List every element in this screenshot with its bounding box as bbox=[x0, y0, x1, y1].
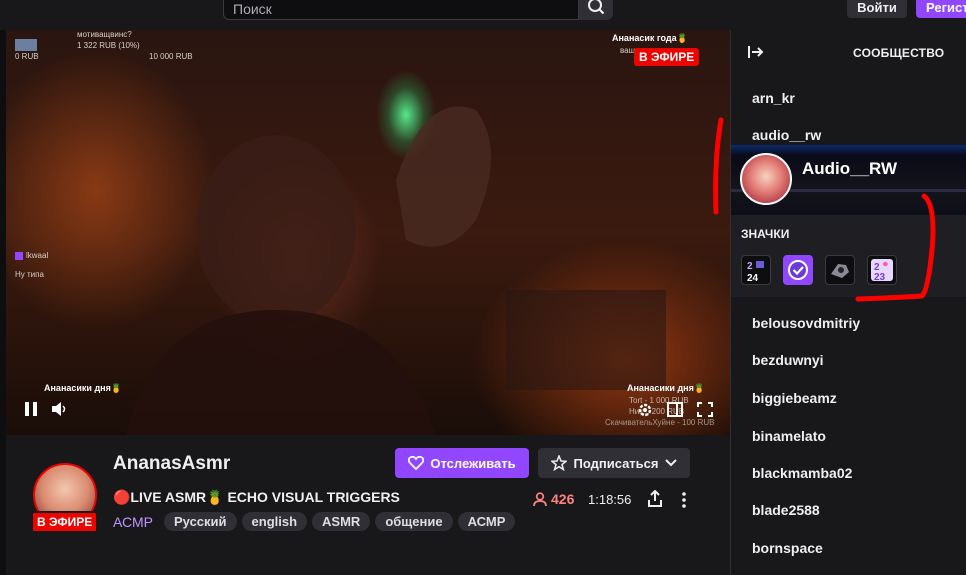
viewer-count: 426 bbox=[533, 491, 574, 507]
follow-label: Отслеживать bbox=[430, 455, 516, 471]
overlay-bottom-right: Ананасики дня🍍 bbox=[627, 383, 706, 393]
overlay-bottom-right-line3: СкачивательХуйне - 100 RUB bbox=[605, 418, 715, 427]
community-sidebar: СООБЩЕСТВО arn_kr audio__rw Audio__RW ЗН… bbox=[730, 30, 966, 575]
channel-name[interactable]: AnanasAsmr bbox=[113, 453, 230, 475]
subscribe-button[interactable]: Подписаться bbox=[538, 448, 690, 478]
community-title: СООБЩЕСТВО bbox=[853, 46, 945, 60]
chat-message: Ну типа bbox=[15, 270, 44, 279]
svg-text:2: 2 bbox=[747, 261, 753, 272]
game-badge-icon[interactable] bbox=[825, 255, 855, 285]
viewers-icon bbox=[533, 491, 547, 506]
live-badge: В ЭФИРЕ bbox=[31, 511, 99, 533]
tag[interactable]: общение bbox=[375, 512, 453, 531]
chevron-down-icon bbox=[664, 459, 677, 467]
community-user[interactable]: audio__rw bbox=[752, 127, 821, 143]
fullscreen-icon[interactable] bbox=[697, 402, 713, 417]
2023-badge-icon[interactable]: 2 23 bbox=[867, 255, 897, 285]
community-user[interactable]: binamelato bbox=[752, 428, 826, 444]
svg-text:23: 23 bbox=[874, 272, 886, 283]
pause-icon[interactable] bbox=[24, 402, 38, 416]
chat-user: lkwaal bbox=[26, 251, 49, 260]
overlay-bottom-left: Ананасики дня🍍 bbox=[44, 383, 123, 393]
tag[interactable]: АСМР bbox=[457, 512, 516, 531]
community-user[interactable]: bezduwnyi bbox=[752, 352, 824, 368]
video-player[interactable]: 0 RUB мотиващвинс? 1 322 RUB (10%) 10 00… bbox=[6, 30, 730, 435]
tag[interactable]: Русский bbox=[164, 512, 237, 531]
badges-title: ЗНАЧКИ bbox=[741, 227, 790, 241]
overlay-top-right: Ананасик года🍍 bbox=[612, 33, 688, 43]
live-indicator: В ЭФИРЕ bbox=[634, 48, 700, 66]
overlay-money-left: 0 RUB bbox=[15, 52, 39, 61]
share-icon[interactable] bbox=[647, 490, 663, 508]
overlay-goal-amount: 1 322 RUB (10%) bbox=[77, 41, 140, 50]
theatre-mode-icon[interactable] bbox=[667, 402, 683, 417]
community-user[interactable]: blade2588 bbox=[752, 502, 820, 518]
svg-text:24: 24 bbox=[747, 273, 759, 284]
viewer-count-value: 426 bbox=[551, 491, 575, 507]
user-card-avatar[interactable] bbox=[740, 153, 792, 205]
community-user[interactable]: arn_kr bbox=[752, 90, 795, 106]
overlay-progress-icon bbox=[15, 39, 37, 51]
twitch-icon bbox=[15, 251, 23, 260]
settings-icon[interactable] bbox=[637, 402, 653, 418]
search-input[interactable] bbox=[223, 0, 579, 20]
stream-uptime: 1:18:56 bbox=[588, 492, 632, 507]
community-user[interactable]: bornspace bbox=[752, 540, 823, 556]
stream-title: 🔴LIVE ASMR🍍 ECHO VISUAL TRIGGERS bbox=[113, 489, 400, 505]
community-user[interactable]: biggiebeamz bbox=[752, 390, 837, 406]
tag-list: Русский english ASMR общение АСМР bbox=[164, 512, 516, 531]
top-bar: Войти Регист bbox=[0, 0, 966, 30]
star-icon bbox=[551, 455, 568, 471]
login-button[interactable]: Войти bbox=[847, 0, 907, 18]
heart-icon bbox=[408, 456, 425, 470]
stream-category[interactable]: АСМР bbox=[113, 514, 153, 530]
channel-info: В ЭФИРЕ AnanasAsmr 🔴LIVE ASMR🍍 ECHO VISU… bbox=[6, 435, 730, 575]
register-button[interactable]: Регист bbox=[916, 0, 966, 18]
streamer-silhouette bbox=[126, 106, 666, 435]
search-button[interactable] bbox=[579, 0, 613, 20]
user-card-name[interactable]: Audio__RW bbox=[802, 159, 897, 179]
collapse-panel-icon[interactable] bbox=[747, 44, 765, 60]
overlay-chat-line: lkwaal bbox=[15, 251, 48, 260]
tag[interactable]: english bbox=[241, 512, 308, 531]
subscribe-label: Подписаться bbox=[573, 455, 659, 471]
search-icon bbox=[588, 0, 605, 15]
community-user[interactable]: blackmamba02 bbox=[752, 465, 852, 481]
tag[interactable]: ASMR bbox=[312, 512, 371, 531]
verified-badge-icon[interactable] bbox=[783, 255, 813, 285]
volume-icon[interactable] bbox=[52, 402, 68, 416]
overlay-goal-label: мотиващвинс? bbox=[77, 30, 132, 39]
more-options-icon[interactable] bbox=[680, 491, 688, 509]
user-card: Audio__RW ЗНАЧКИ 2 24 2 23 bbox=[731, 145, 966, 297]
follow-button[interactable]: Отслеживать bbox=[395, 448, 529, 478]
overlay-goal-target: 10 000 RUB bbox=[149, 52, 193, 61]
2024-badge-icon[interactable]: 2 24 bbox=[741, 255, 771, 285]
community-user[interactable]: belousovdmitriy bbox=[752, 315, 860, 331]
